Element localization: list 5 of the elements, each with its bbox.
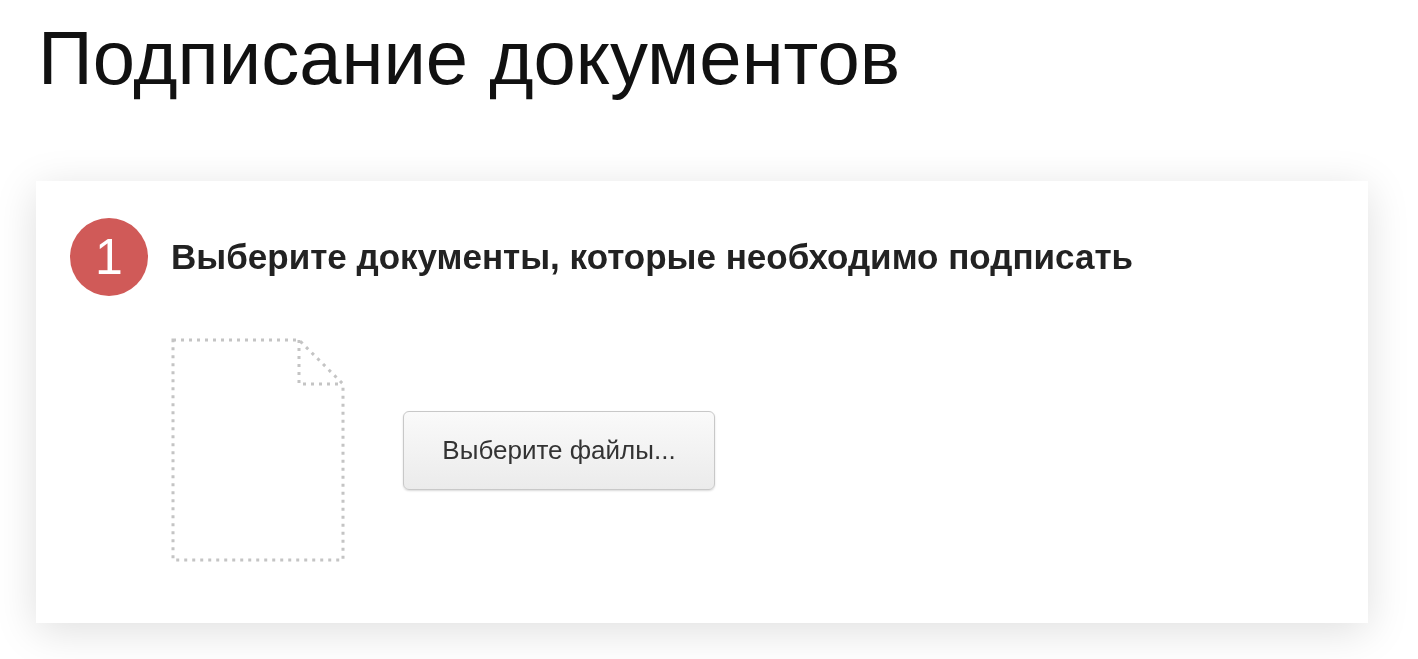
step-number: 1 — [70, 218, 148, 296]
document-icon — [171, 338, 345, 562]
choose-files-button[interactable]: Выберите файлы... — [403, 410, 715, 490]
step-heading: Выберите документы, которые необходимо подписать — [171, 237, 1134, 277]
page-title: Подписание документов — [38, 14, 901, 102]
